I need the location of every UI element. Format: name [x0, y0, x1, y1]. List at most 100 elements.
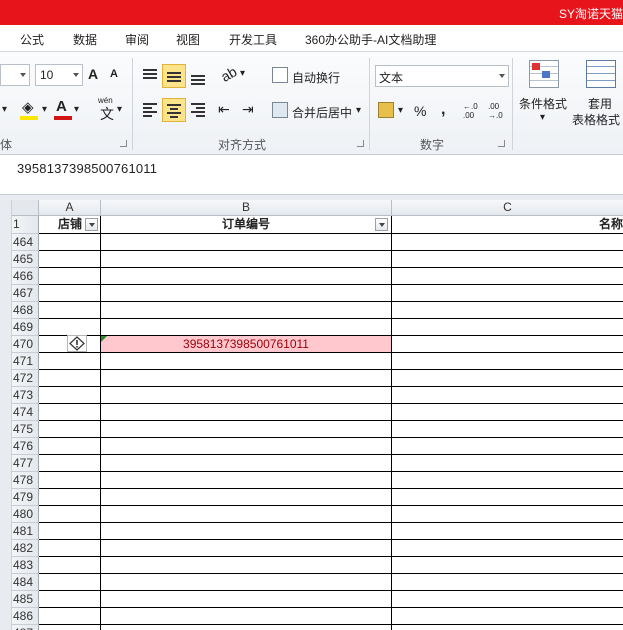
alignment-dialog-launcher-icon[interactable]: [357, 140, 364, 147]
cell-name[interactable]: [392, 574, 623, 591]
chevron-down-icon[interactable]: ▾: [540, 112, 545, 123]
cell-store[interactable]: [39, 285, 101, 302]
cell-store[interactable]: [39, 540, 101, 557]
row-header[interactable]: 465: [12, 251, 39, 268]
cell-order-id[interactable]: [101, 438, 392, 455]
cell-store[interactable]: [39, 268, 101, 285]
cell-store[interactable]: [39, 421, 101, 438]
cell-store[interactable]: [39, 523, 101, 540]
row-header[interactable]: 478: [12, 472, 39, 489]
decrease-indent-icon[interactable]: ⇤: [218, 101, 230, 118]
cell-order-id[interactable]: [101, 574, 392, 591]
cell-store[interactable]: [39, 608, 101, 625]
cell-store[interactable]: [39, 251, 101, 268]
font-size-increase-icon[interactable]: A: [88, 66, 98, 82]
formula-bar[interactable]: 3958137398500761011: [0, 155, 623, 195]
cell-name[interactable]: [392, 285, 623, 302]
warning-diamond-icon[interactable]: [67, 335, 87, 352]
cell-order-id[interactable]: [101, 625, 392, 630]
cell-store[interactable]: [39, 404, 101, 421]
increase-indent-icon[interactable]: ⇥: [242, 101, 254, 118]
font-size-box[interactable]: 10: [35, 64, 83, 86]
filter-dropdown-icon[interactable]: [375, 218, 388, 231]
row-header[interactable]: 467: [12, 285, 39, 302]
tab-formulas[interactable]: 公式: [20, 31, 44, 48]
chevron-down-icon[interactable]: ▾: [74, 104, 79, 115]
tab-review[interactable]: 审阅: [125, 31, 149, 48]
cell-name[interactable]: [392, 387, 623, 404]
chevron-down-icon[interactable]: ▾: [117, 104, 122, 115]
row-header[interactable]: 482: [12, 540, 39, 557]
cell-order-id[interactable]: [101, 404, 392, 421]
fill-color-icon[interactable]: ◈: [22, 98, 34, 116]
row-header[interactable]: 485: [12, 591, 39, 608]
cell-order-id[interactable]: [101, 608, 392, 625]
cell-name[interactable]: [392, 234, 623, 251]
select-all-corner[interactable]: [12, 200, 39, 216]
cell-store[interactable]: [39, 574, 101, 591]
increase-decimal-button[interactable]: ←.0 .00: [463, 102, 483, 120]
formula-value[interactable]: 3958137398500761011: [17, 161, 157, 176]
column-header-a[interactable]: A: [39, 200, 101, 216]
cell-order-id[interactable]: [101, 234, 392, 251]
align-center-button[interactable]: [162, 98, 186, 122]
row-header[interactable]: 484: [12, 574, 39, 591]
cell-name[interactable]: [392, 302, 623, 319]
row-header[interactable]: 470: [12, 336, 39, 353]
wrap-text-button[interactable]: 自动换行: [292, 69, 340, 86]
cell-name[interactable]: [392, 251, 623, 268]
row-header[interactable]: 481: [12, 523, 39, 540]
cell-store[interactable]: [39, 353, 101, 370]
row-header[interactable]: 464: [12, 234, 39, 251]
cell-store[interactable]: [39, 335, 101, 353]
cell-name[interactable]: [392, 438, 623, 455]
cell-order-id[interactable]: [101, 353, 392, 370]
row-header[interactable]: 468: [12, 302, 39, 319]
chevron-down-icon[interactable]: ▾: [356, 105, 361, 116]
row-header[interactable]: 469: [12, 319, 39, 336]
cell-name[interactable]: [392, 353, 623, 370]
row-header[interactable]: 471: [12, 353, 39, 370]
merge-center-button[interactable]: 合并后居中: [292, 104, 352, 121]
cell-store[interactable]: [39, 557, 101, 574]
cell-order-id[interactable]: [101, 251, 392, 268]
table-format-icon[interactable]: [586, 60, 616, 88]
row-header[interactable]: 477: [12, 455, 39, 472]
cell-order-id[interactable]: [101, 523, 392, 540]
decrease-decimal-button[interactable]: .00 →.0: [488, 102, 508, 120]
column-header-b[interactable]: B: [101, 200, 392, 216]
filter-dropdown-icon[interactable]: [85, 218, 98, 231]
cell-store[interactable]: [39, 302, 101, 319]
cell-name[interactable]: [392, 319, 623, 336]
row-header[interactable]: 475: [12, 421, 39, 438]
cell-store[interactable]: [39, 455, 101, 472]
row-header[interactable]: 474: [12, 404, 39, 421]
comma-button[interactable]: ,: [441, 101, 445, 119]
number-dialog-launcher-icon[interactable]: [498, 140, 505, 147]
cell-order-id[interactable]: [101, 319, 392, 336]
cell-name[interactable]: [392, 336, 623, 353]
cell-store[interactable]: [39, 625, 101, 630]
align-bottom-button[interactable]: [188, 66, 208, 86]
cell-store[interactable]: [39, 387, 101, 404]
cell-order-id[interactable]: [101, 506, 392, 523]
cell-order-id[interactable]: [101, 387, 392, 404]
chevron-down-icon[interactable]: ▾: [42, 104, 47, 115]
row-header[interactable]: 472: [12, 370, 39, 387]
align-middle-button[interactable]: [162, 64, 186, 88]
tab-developer[interactable]: 开发工具: [229, 31, 277, 48]
cell-store[interactable]: [39, 472, 101, 489]
row-header[interactable]: 479: [12, 489, 39, 506]
cell-store[interactable]: [39, 489, 101, 506]
cell-name[interactable]: [392, 404, 623, 421]
text-orientation-icon[interactable]: ab: [218, 63, 239, 85]
table-format-label-1[interactable]: 套用: [588, 95, 612, 112]
cell-name[interactable]: [392, 472, 623, 489]
cell-order-id[interactable]: [101, 285, 392, 302]
cell-name[interactable]: [392, 268, 623, 285]
cell-order-id[interactable]: [101, 540, 392, 557]
font-color-icon[interactable]: A: [56, 98, 67, 115]
row-header[interactable]: 1: [12, 216, 39, 234]
cell-order-id[interactable]: [101, 421, 392, 438]
chevron-down-icon[interactable]: ▾: [2, 104, 7, 115]
